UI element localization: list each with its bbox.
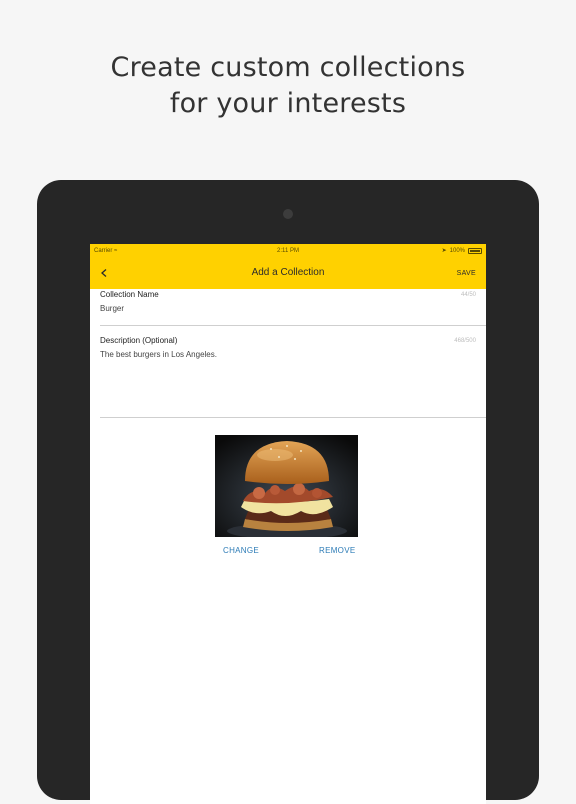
- marketing-headline: Create custom collections for your inter…: [0, 50, 576, 122]
- burger-image: [215, 435, 358, 537]
- tablet-device-frame: Carrier ≈ 2:11 PM ➤ 100% Add a Collectio…: [37, 180, 539, 804]
- camera-icon: [283, 209, 293, 219]
- app-screen: Carrier ≈ 2:11 PM ➤ 100% Add a Collectio…: [90, 244, 486, 804]
- battery-icon: [468, 247, 482, 254]
- collection-cover-image: [215, 435, 358, 537]
- page-title: Add a Collection: [251, 267, 325, 278]
- location-icon: ➤: [441, 248, 447, 254]
- collection-name-label: Collection Name: [100, 290, 159, 299]
- status-right-group: ➤ 100%: [442, 247, 482, 254]
- status-bar: Carrier ≈ 2:11 PM ➤ 100%: [90, 244, 486, 260]
- divider: [100, 325, 486, 326]
- save-button[interactable]: SAVE: [457, 270, 476, 277]
- description-input[interactable]: The best burgers in Los Angeles.: [100, 350, 217, 359]
- collection-name-counter: 44/50: [460, 292, 476, 298]
- description-field[interactable]: Description (Optional) 468/500 The best …: [100, 336, 476, 396]
- remove-photo-button[interactable]: REMOVE: [319, 546, 355, 555]
- description-counter: 468/500: [454, 338, 476, 344]
- divider: [100, 417, 486, 418]
- battery-level: [470, 249, 480, 252]
- description-label: Description (Optional): [100, 336, 178, 345]
- status-time: 2:11 PM: [277, 248, 299, 254]
- navigation-bar: Add a Collection SAVE: [90, 260, 486, 289]
- collection-name-field[interactable]: Collection Name 44/50 Burger: [100, 290, 476, 320]
- battery-percent: 100%: [449, 247, 465, 254]
- change-photo-button[interactable]: CHANGE: [223, 546, 259, 555]
- headline-line-2: for your interests: [169, 88, 407, 119]
- headline-line-1: Create custom collections: [110, 52, 466, 83]
- collection-name-input[interactable]: Burger: [100, 304, 124, 313]
